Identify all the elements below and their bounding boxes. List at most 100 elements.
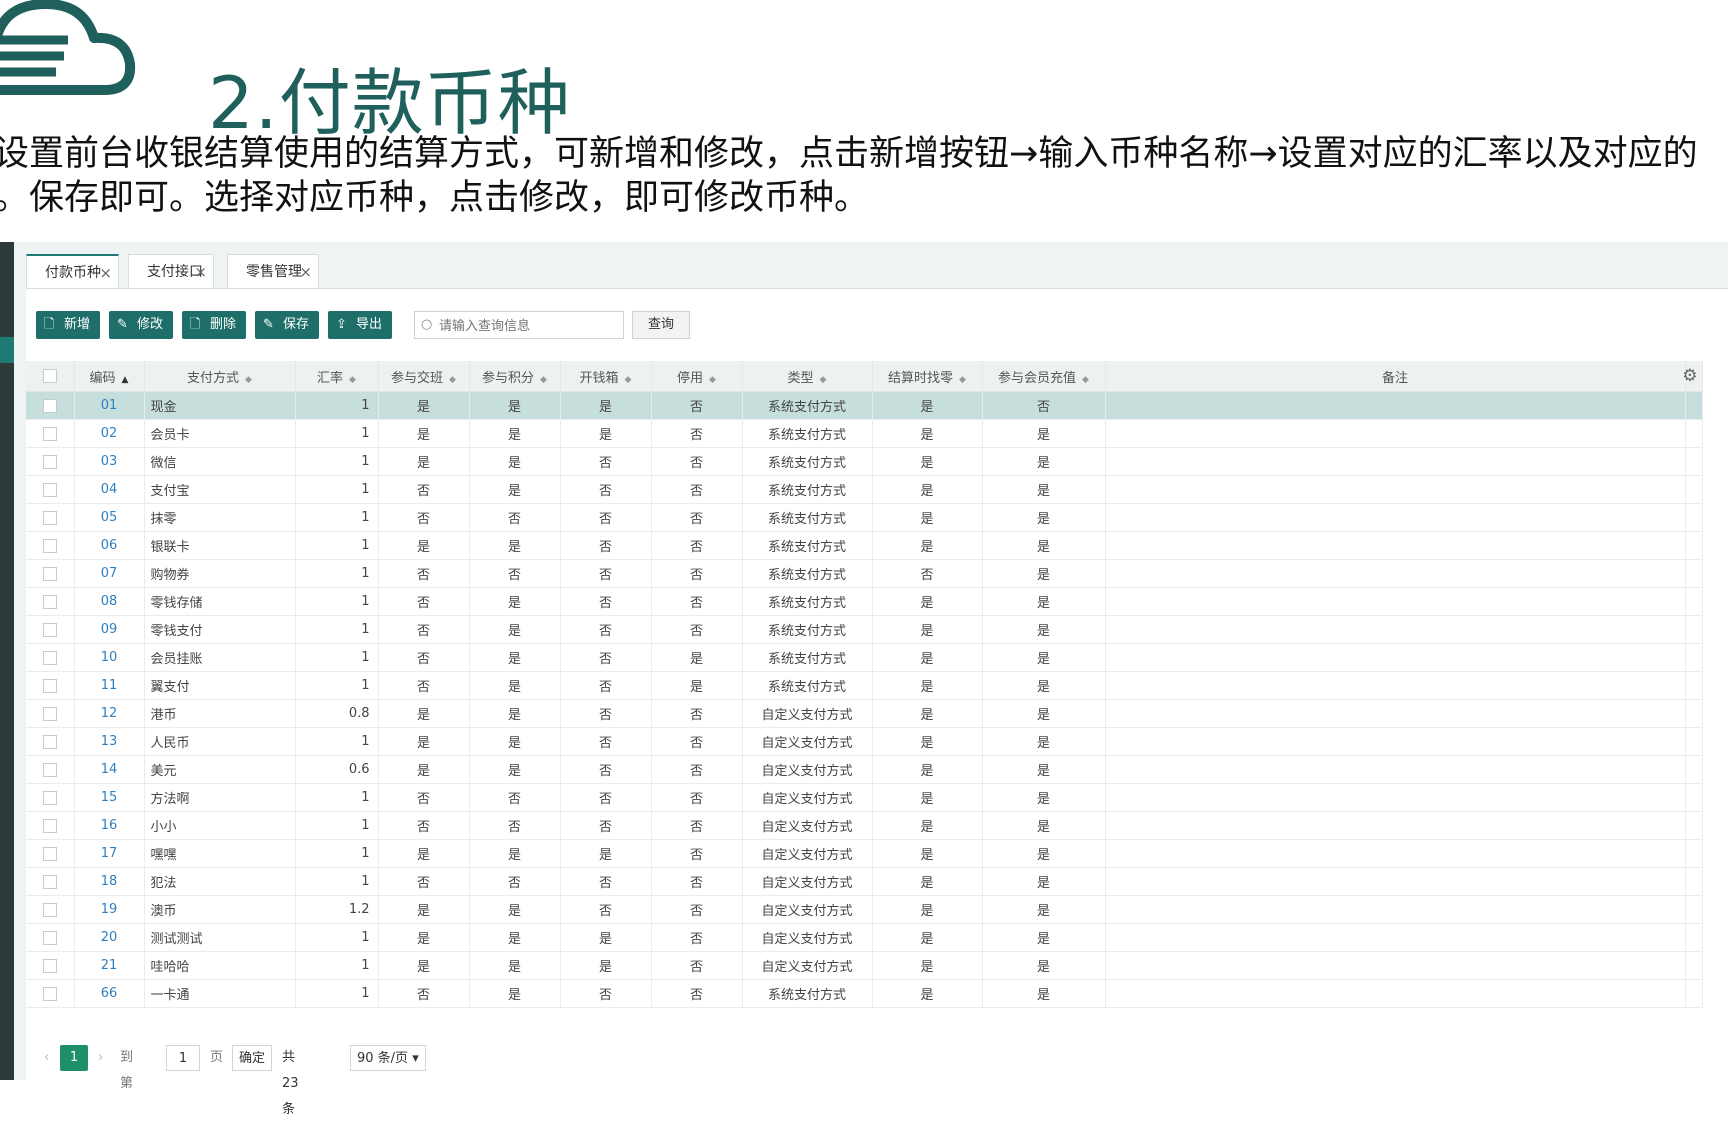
cell-type[interactable]: 系统支付方式 [742, 447, 873, 476]
cell-points[interactable]: 是 [469, 727, 561, 756]
cell-remark[interactable] [1105, 643, 1686, 672]
cell-disabled[interactable]: 否 [651, 419, 743, 448]
cell-shift[interactable]: 是 [378, 727, 470, 756]
cell-points[interactable]: 是 [469, 643, 561, 672]
goto-page-input[interactable]: 1 [166, 1045, 200, 1071]
query-button[interactable]: 查询 [632, 311, 690, 339]
cell-code[interactable]: 17 [74, 839, 145, 868]
cell-remark[interactable] [1105, 699, 1686, 728]
cell-payment-method[interactable]: 小小 [144, 811, 296, 840]
cell-type[interactable]: 自定义支付方式 [742, 727, 873, 756]
cell-recharge[interactable]: 是 [982, 783, 1106, 812]
cell-payment-method[interactable]: 方法啊 [144, 783, 296, 812]
cell-shift[interactable]: 否 [378, 615, 470, 644]
cell-change[interactable]: 是 [872, 587, 983, 616]
confirm-button[interactable]: 确定 [232, 1045, 272, 1071]
cell-type[interactable]: 自定义支付方式 [742, 867, 873, 896]
cell-change[interactable]: 是 [872, 727, 983, 756]
row-checkbox[interactable] [42, 706, 57, 721]
cell-type[interactable]: 系统支付方式 [742, 979, 873, 1008]
cell-rate[interactable]: 1 [295, 391, 379, 420]
cell-cash-drawer[interactable]: 否 [560, 979, 652, 1008]
cell-disabled[interactable]: 否 [651, 783, 743, 812]
cell-cash-drawer[interactable]: 否 [560, 447, 652, 476]
table-row[interactable]: 10 会员挂账 1 否是否是系统支付方式是是 [26, 643, 1703, 672]
cell-type[interactable]: 系统支付方式 [742, 615, 873, 644]
cell-code[interactable]: 01 [74, 391, 145, 420]
export-button[interactable]: ⇪ 导出 [328, 311, 392, 339]
cell-change[interactable]: 是 [872, 895, 983, 924]
select-all-checkbox[interactable] [42, 369, 57, 383]
cell-shift[interactable]: 是 [378, 951, 470, 980]
cell-payment-method[interactable]: 一卡通 [144, 979, 296, 1008]
cell-change[interactable]: 是 [872, 867, 983, 896]
cell-cash-drawer[interactable]: 否 [560, 867, 652, 896]
cell-type[interactable]: 系统支付方式 [742, 475, 873, 504]
cell-code[interactable]: 15 [74, 783, 145, 812]
cell-disabled[interactable]: 否 [651, 755, 743, 784]
row-checkbox[interactable] [42, 734, 57, 749]
cell-cash-drawer[interactable]: 是 [560, 391, 652, 420]
cell-disabled[interactable]: 否 [651, 727, 743, 756]
cell-points[interactable]: 是 [469, 923, 561, 952]
column-header-remark[interactable]: 备注 [1105, 361, 1686, 392]
table-row[interactable]: 01 现金 1 是是是否系统支付方式是否 [26, 391, 1703, 420]
table-row[interactable]: 02 会员卡 1 是是是否系统支付方式是是 [26, 419, 1703, 448]
sort-icon[interactable]: ◆ [1082, 375, 1089, 385]
cell-shift[interactable]: 否 [378, 475, 470, 504]
sort-icon[interactable]: ◆ [540, 375, 547, 385]
cell-shift[interactable]: 否 [378, 811, 470, 840]
cell-type[interactable]: 自定义支付方式 [742, 811, 873, 840]
row-checkbox[interactable] [42, 650, 57, 665]
cell-payment-method[interactable]: 嘿嘿 [144, 839, 296, 868]
cell-change[interactable]: 是 [872, 475, 983, 504]
cell-cash-drawer[interactable]: 否 [560, 643, 652, 672]
cell-disabled[interactable]: 否 [651, 895, 743, 924]
cell-rate[interactable]: 1 [295, 643, 379, 672]
cell-recharge[interactable]: 是 [982, 727, 1106, 756]
cell-payment-method[interactable]: 港币 [144, 699, 296, 728]
row-checkbox[interactable] [42, 762, 57, 777]
cell-shift[interactable]: 是 [378, 419, 470, 448]
cell-rate[interactable]: 1 [295, 783, 379, 812]
table-row[interactable]: 16 小小 1 否否否否自定义支付方式是是 [26, 811, 1703, 840]
tab-payment-interface[interactable]: 支付接口 × [128, 254, 214, 288]
cell-rate[interactable]: 0.6 [295, 755, 379, 784]
close-icon[interactable]: × [299, 255, 312, 289]
close-icon[interactable]: × [99, 256, 112, 290]
cell-points[interactable]: 是 [469, 475, 561, 504]
cell-payment-method[interactable]: 现金 [144, 391, 296, 420]
row-checkbox[interactable] [42, 594, 57, 609]
cell-code[interactable]: 04 [74, 475, 145, 504]
cell-shift[interactable]: 否 [378, 783, 470, 812]
cell-rate[interactable]: 1 [295, 615, 379, 644]
cell-recharge[interactable]: 是 [982, 895, 1106, 924]
cell-points[interactable]: 是 [469, 895, 561, 924]
cell-remark[interactable] [1105, 979, 1686, 1008]
cell-remark[interactable] [1105, 811, 1686, 840]
cell-code[interactable]: 10 [74, 643, 145, 672]
column-header-code[interactable]: 编码 ▲ [74, 361, 145, 392]
cell-type[interactable]: 自定义支付方式 [742, 699, 873, 728]
row-checkbox[interactable] [42, 902, 57, 917]
column-header-shift[interactable]: 参与交班 ◆ [378, 361, 470, 392]
cell-disabled[interactable]: 是 [651, 671, 743, 700]
cell-remark[interactable] [1105, 671, 1686, 700]
cell-recharge[interactable]: 否 [982, 391, 1106, 420]
cell-recharge[interactable]: 是 [982, 643, 1106, 672]
column-header-type[interactable]: 类型 ◆ [742, 361, 873, 392]
column-header-disabled[interactable]: 停用 ◆ [651, 361, 743, 392]
table-row[interactable]: 03 微信 1 是是否否系统支付方式是是 [26, 447, 1703, 476]
table-row[interactable]: 08 零钱存储 1 否是否否系统支付方式是是 [26, 587, 1703, 616]
column-header-payment-method[interactable]: 支付方式 ◆ [144, 361, 296, 392]
cell-payment-method[interactable]: 人民币 [144, 727, 296, 756]
cell-rate[interactable]: 1 [295, 867, 379, 896]
cell-disabled[interactable]: 否 [651, 867, 743, 896]
table-row[interactable]: 14 美元 0.6 是是否否自定义支付方式是是 [26, 755, 1703, 784]
cell-disabled[interactable]: 否 [651, 475, 743, 504]
tab-payment-currency[interactable]: 付款币种 × [26, 254, 119, 288]
cell-remark[interactable] [1105, 839, 1686, 868]
cell-shift[interactable]: 否 [378, 867, 470, 896]
cell-code[interactable]: 03 [74, 447, 145, 476]
cell-remark[interactable] [1105, 447, 1686, 476]
